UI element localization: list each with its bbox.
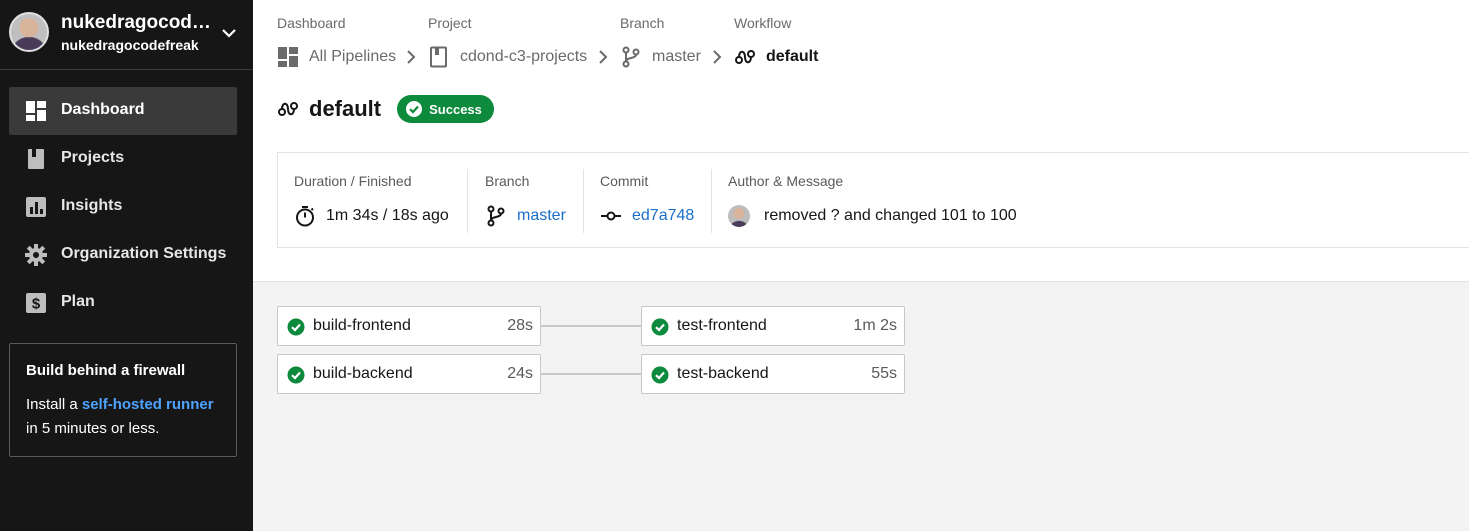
breadcrumb-project[interactable]: cdond-c3-projects — [428, 46, 587, 68]
status-text: Success — [429, 101, 482, 117]
duration-label: Duration / Finished — [294, 173, 412, 189]
chevron-right-icon — [407, 50, 416, 64]
stopwatch-icon — [296, 206, 314, 227]
branch-value: master — [485, 205, 566, 227]
commit-message: removed ? and changed 101 to 100 — [764, 207, 1017, 224]
sidebar-item-label: Dashboard — [61, 101, 145, 118]
breadcrumb-value: master — [652, 48, 701, 65]
sidebar-item-plan[interactable]: $ Plan — [9, 279, 237, 327]
user-name: nukedragocodefreak — [61, 12, 211, 33]
dashboard-icon — [278, 47, 298, 67]
user-menu[interactable]: nukedragocodefreak nukedragocodefreak — [0, 0, 253, 70]
self-hosted-runner-link[interactable]: self-hosted runner — [82, 396, 214, 413]
avatar — [9, 12, 49, 52]
main-content: Dashboard Project Branch Workflow All Pi… — [253, 0, 1469, 531]
sidebar-item-label: Insights — [61, 197, 123, 214]
branch-link[interactable]: master — [517, 207, 566, 225]
job-duration: 24s — [507, 365, 533, 382]
commit-label: Commit — [600, 173, 649, 189]
promo-text-before: Install a — [26, 396, 82, 413]
author-avatar — [728, 205, 750, 227]
job-connector — [541, 373, 641, 375]
duration-text: 1m 34s / 18s ago — [326, 207, 449, 224]
check-circle-icon — [651, 318, 669, 336]
project-icon — [430, 46, 447, 68]
check-circle-icon — [287, 318, 305, 336]
branch-icon — [622, 46, 640, 68]
duration-value: 1m 34s / 18s ago — [294, 205, 449, 227]
breadcrumb-label: Project — [428, 15, 472, 31]
job-duration: 28s — [507, 317, 533, 334]
branch-label: Branch — [485, 173, 530, 189]
breadcrumb-value: All Pipelines — [309, 48, 397, 65]
breadcrumb-label: Branch — [620, 15, 665, 31]
job-duration: 1m 2s — [853, 317, 897, 334]
job-name: test-frontend — [677, 317, 767, 334]
chevron-right-icon — [713, 50, 722, 64]
gear-icon — [25, 244, 47, 266]
svg-text:$: $ — [32, 296, 41, 313]
job-build-frontend[interactable]: build-frontend 28s — [277, 306, 541, 346]
sidebar: nukedragocodefreak nukedragocodefreak Da… — [0, 0, 253, 531]
branch-column: Branch master — [469, 169, 584, 233]
breadcrumb-label: Workflow — [734, 15, 792, 31]
chevron-down-icon[interactable] — [218, 22, 240, 44]
check-circle-icon — [287, 366, 305, 384]
promo-text: Install a self-hosted runner in 5 minutes… — [26, 393, 220, 441]
page-title: default Success — [277, 95, 494, 123]
chevron-right-icon — [599, 50, 608, 64]
workflow-summary: Duration / Finished 1m 34s / 18s ago Bra… — [277, 152, 1469, 248]
check-circle-icon — [651, 366, 669, 384]
job-connector — [541, 325, 641, 327]
sidebar-item-projects[interactable]: Projects — [9, 135, 237, 183]
commit-link[interactable]: ed7a748 — [632, 207, 694, 225]
dollar-icon: $ — [26, 293, 46, 313]
breadcrumb-branch[interactable]: master — [620, 46, 701, 68]
job-build-backend[interactable]: build-backend 24s — [277, 354, 541, 394]
commit-value: ed7a748 — [600, 205, 694, 227]
job-name: test-backend — [677, 365, 769, 382]
breadcrumb-value: default — [766, 48, 819, 65]
commit-column: Commit ed7a748 — [584, 169, 710, 233]
check-circle-icon — [406, 101, 423, 117]
promo-heading: Build behind a firewall — [26, 362, 186, 379]
duration-column: Duration / Finished 1m 34s / 18s ago — [278, 169, 468, 233]
divider — [467, 169, 468, 233]
sidebar-item-dashboard[interactable]: Dashboard — [9, 87, 237, 135]
user-handle: nukedragocodefreak — [61, 37, 199, 53]
sidebar-item-label: Organization Settings — [61, 245, 227, 262]
breadcrumb-all-pipelines[interactable]: All Pipelines — [277, 46, 396, 68]
sidebar-item-organization-settings[interactable]: Organization Settings — [9, 231, 237, 279]
author-value: removed ? and changed 101 to 100 — [728, 205, 1017, 227]
workflow-icon — [735, 50, 755, 64]
author-label: Author & Message — [728, 173, 844, 189]
job-test-backend[interactable]: test-backend 55s — [641, 354, 905, 394]
workflow-name: default — [309, 96, 382, 121]
dashboard-icon — [26, 101, 46, 121]
insights-icon — [26, 197, 46, 217]
author-column: Author & Message removed ? and changed 1… — [712, 169, 1312, 233]
branch-icon — [487, 205, 505, 227]
commit-icon — [601, 211, 621, 221]
breadcrumb-workflow[interactable]: default — [734, 46, 818, 68]
sidebar-item-insights[interactable]: Insights — [9, 183, 237, 231]
sidebar-item-label: Plan — [61, 293, 95, 310]
projects-icon — [28, 149, 44, 169]
sidebar-item-label: Projects — [61, 149, 125, 166]
promo-text-after: in 5 minutes or less. — [26, 420, 160, 437]
workflow-icon — [278, 102, 298, 116]
job-duration: 55s — [871, 365, 897, 382]
job-name: build-frontend — [313, 317, 411, 334]
workflow-graph: build-frontend 28s test-frontend 1m 2s b… — [253, 283, 1469, 531]
promo-card: Build behind a firewall Install a self-h… — [9, 343, 237, 457]
job-test-frontend[interactable]: test-frontend 1m 2s — [641, 306, 905, 346]
breadcrumb-value: cdond-c3-projects — [460, 48, 588, 65]
status-badge: Success — [397, 95, 494, 123]
workflow-header: Dashboard Project Branch Workflow All Pi… — [253, 0, 1469, 282]
breadcrumb-label: Dashboard — [277, 15, 346, 31]
job-name: build-backend — [313, 365, 413, 382]
